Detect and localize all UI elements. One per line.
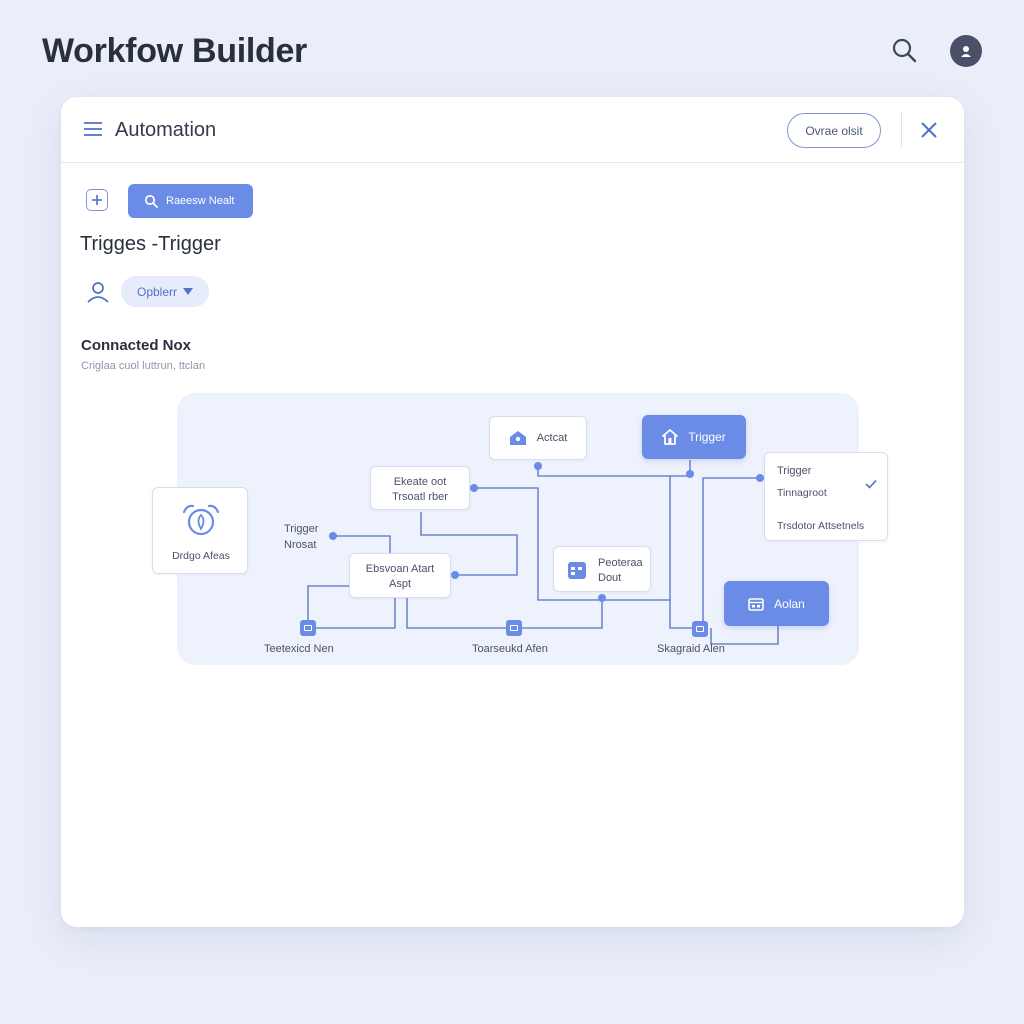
- evento-node[interactable]: Ebsvoan Atart Aspt: [349, 553, 451, 598]
- close-icon[interactable]: [920, 121, 938, 139]
- panel-title: Automation: [115, 119, 217, 141]
- popup-line1: Trigger: [777, 465, 812, 477]
- search-icon[interactable]: [890, 36, 920, 66]
- check-icon: [865, 479, 877, 489]
- actcat-node-label: Actcat: [536, 432, 568, 444]
- user-avatar[interactable]: [950, 35, 982, 67]
- bottom-label-3: Skagraid Alen: [657, 643, 725, 655]
- bottom-label-1: Teetexicd Nen: [264, 643, 334, 655]
- filter-dropdown[interactable]: Opblerr: [121, 276, 209, 307]
- popup-line3: Trsdotor Attsetnels: [777, 520, 865, 532]
- calendar-icon: [748, 597, 764, 611]
- alarm-icon: [182, 504, 220, 536]
- header-divider: [901, 111, 902, 147]
- create-node-line1: Ekeate oot: [393, 476, 447, 488]
- trigger-side-label-line2: Nrosat: [284, 539, 317, 551]
- trigger-node-label: Trigger: [688, 430, 726, 444]
- add-button[interactable]: [86, 189, 108, 211]
- port-dot[interactable]: [534, 462, 542, 470]
- alarm-node-label: Drdgo Afeas: [172, 550, 230, 562]
- peoteraa-node-line2: Dout: [598, 572, 622, 584]
- create-node-line2: Trsoatl rber: [392, 491, 448, 503]
- port-dot[interactable]: [686, 470, 694, 478]
- home-icon: [662, 429, 679, 445]
- connector-chip-1[interactable]: [300, 620, 316, 636]
- app-title: Workfow Builder: [42, 32, 307, 70]
- chevron-down-icon: [183, 288, 193, 295]
- user-avatar-icon: [961, 46, 971, 57]
- trigger-side-label-line1: Trigger: [284, 523, 319, 535]
- action-node[interactable]: Aolan: [724, 581, 829, 626]
- home-icon: [509, 431, 526, 445]
- port-dot[interactable]: [470, 484, 478, 492]
- connected-nodes-desc: Criglaa cuol luttrun, ttclan: [81, 360, 206, 372]
- dropdown-value: Opblerr: [136, 284, 177, 299]
- search-button-label: Raeesw Nealt: [166, 195, 235, 207]
- port-dot[interactable]: [451, 571, 459, 579]
- chip-icon: [510, 625, 518, 631]
- action-node-label: Aolan: [774, 596, 805, 611]
- port-dot[interactable]: [598, 594, 606, 602]
- connector-chip-2[interactable]: [506, 620, 522, 636]
- calendar-icon: [568, 562, 586, 579]
- evento-node-line2: Aspt: [388, 578, 411, 590]
- actcat-node[interactable]: Actcat: [489, 416, 587, 460]
- alarm-node[interactable]: Drdgo Afeas: [152, 487, 248, 574]
- add-icon: [92, 195, 102, 205]
- panel-header: Automation Ovrae olsit: [61, 97, 964, 163]
- connected-nodes-title: Connacted Nox: [81, 337, 192, 354]
- search-button[interactable]: Raeesw Nealt: [128, 184, 253, 218]
- chip-icon: [304, 625, 312, 631]
- section-title: Trigges -Trigger: [80, 233, 221, 255]
- search-icon: [144, 194, 158, 208]
- create-node[interactable]: Ekeate oot Trsoatl rber: [370, 466, 470, 510]
- menu-icon[interactable]: [83, 120, 103, 138]
- evento-node-line1: Ebsvoan Atart: [365, 563, 435, 575]
- trigger-node[interactable]: Trigger: [642, 415, 746, 459]
- peoteraa-node-line1: Peoteraa: [598, 557, 643, 569]
- trigger-side-label: Trigger Nrosat: [284, 521, 318, 553]
- bottom-label-2: Toarseukd Afen: [472, 643, 548, 655]
- popup-line2: Tinnagroot: [777, 487, 827, 499]
- chip-icon: [696, 626, 704, 632]
- port-dot[interactable]: [756, 474, 764, 482]
- header-pill-button[interactable]: Ovrae olsit: [787, 113, 881, 148]
- port-dot[interactable]: [329, 532, 337, 540]
- peoteraa-node[interactable]: Peoteraa Dout: [553, 546, 651, 592]
- trigger-popup-card[interactable]: Trigger Tinnagroot Trsdotor Attsetnels: [764, 452, 888, 541]
- connector-chip-3[interactable]: [692, 621, 708, 637]
- person-icon: [87, 282, 109, 303]
